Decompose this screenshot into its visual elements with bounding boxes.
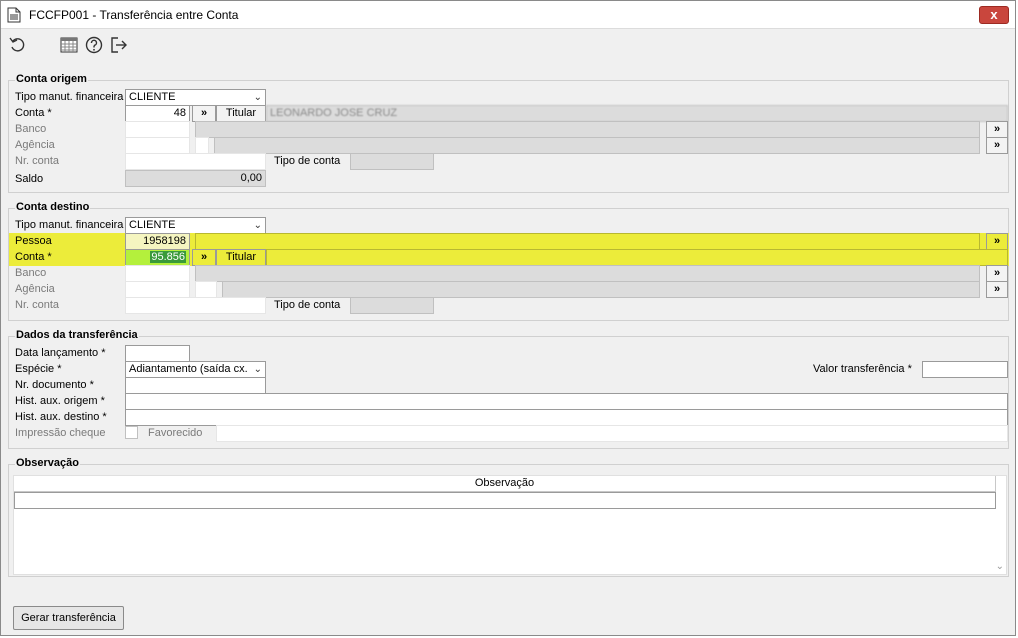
conta-destino-legend: Conta destino (15, 201, 91, 213)
agencia-search-button[interactable]: » (986, 137, 1008, 154)
nr-conta-input[interactable] (125, 297, 266, 314)
tipo-conta-field (350, 297, 434, 314)
valor-transferencia-input[interactable] (922, 361, 1008, 378)
nr-conta-label: Nr. conta (15, 299, 60, 311)
conta-destino-group: Conta destino Tipo manut. financeira CLI… (8, 201, 1009, 321)
more-icon: » (993, 283, 1001, 295)
banco-input[interactable] (125, 121, 190, 138)
tipo-manut-select[interactable]: CLIENTE ⌄ (125, 217, 266, 234)
conta-search-button[interactable]: » (192, 249, 216, 266)
especie-label: Espécie * (15, 363, 62, 375)
scroll-down-icon[interactable]: ⌄ (996, 561, 1004, 572)
titular-name-field: LEONARDO JOSE CRUZ (266, 105, 1008, 122)
title-bar: FCCFP001 - Transferência entre Conta x (1, 1, 1015, 29)
tipo-conta-field (350, 153, 434, 170)
agencia-label: Agência (15, 283, 55, 295)
main-window: FCCFP001 - Transferência entre Conta x C… (0, 0, 1016, 636)
agencia-name-field (222, 281, 980, 298)
conta-label: Conta * (15, 251, 52, 263)
nr-documento-input[interactable] (125, 377, 266, 394)
agencia-label: Agência (15, 139, 55, 151)
more-icon: » (993, 123, 1001, 135)
hist-aux-origem-label: Hist. aux. origem * (15, 395, 105, 407)
more-icon: » (993, 267, 1001, 279)
observacao-grid[interactable]: Observação ⌄ (13, 475, 1007, 575)
chevron-down-icon: ⌄ (253, 92, 262, 103)
hist-aux-destino-label: Hist. aux. destino * (15, 411, 107, 423)
observacao-legend: Observação (15, 457, 80, 469)
observacao-column-header[interactable]: Observação (14, 476, 996, 492)
banco-name-field (195, 265, 980, 282)
agencia-digit-input[interactable] (195, 137, 209, 154)
tipo-conta-label: Tipo de conta (274, 155, 341, 167)
valor-transferencia-label: Valor transferência * (813, 363, 912, 375)
favorecido-label: Favorecido (148, 427, 203, 439)
saldo-label: Saldo (15, 173, 44, 185)
favorecido-input[interactable] (216, 425, 1008, 442)
banco-search-button[interactable]: » (986, 265, 1008, 282)
toolbar (1, 30, 1015, 60)
pessoa-name-field (195, 233, 980, 250)
pessoa-label: Pessoa (15, 235, 52, 247)
dados-transferencia-group: Dados da transferência Data lançamento *… (8, 329, 1009, 449)
gerar-transferencia-button[interactable]: Gerar transferência (13, 606, 124, 630)
banco-name-field (195, 121, 980, 138)
conta-label: Conta * (15, 107, 52, 119)
agencia-name-field (214, 137, 980, 154)
conta-origem-group: Conta origem Tipo manut. financeira CLIE… (8, 73, 1009, 193)
agencia-search-button[interactable]: » (986, 281, 1008, 298)
conta-search-button[interactable]: » (192, 105, 216, 122)
conta-origem-legend: Conta origem (15, 73, 88, 85)
titular-button[interactable]: Titular (216, 105, 266, 122)
chevron-down-icon: ⌄ (253, 364, 262, 375)
saldo-field: 0,00 (125, 170, 266, 187)
exit-icon[interactable] (109, 35, 129, 55)
tipo-manut-label: Tipo manut. financeira (15, 91, 124, 103)
conta-input[interactable]: 95.856 (125, 249, 190, 266)
more-icon: » (993, 235, 1001, 247)
agencia-digit-input[interactable] (195, 281, 217, 298)
more-icon: » (993, 139, 1001, 151)
agencia-input[interactable] (125, 137, 190, 154)
nr-conta-input[interactable] (125, 153, 266, 170)
titular-button[interactable]: Titular (216, 249, 266, 266)
tipo-manut-select[interactable]: CLIENTE ⌄ (125, 89, 266, 106)
observacao-group: Observação Observação ⌄ (8, 457, 1009, 577)
hist-aux-destino-input[interactable] (125, 409, 1008, 426)
especie-select[interactable]: Adiantamento (saída cx. ⌄ (125, 361, 266, 378)
document-icon (7, 7, 21, 23)
impressao-cheque-label: Impressão cheque (15, 427, 106, 439)
dados-transferencia-legend: Dados da transferência (15, 329, 139, 341)
observacao-row[interactable] (14, 492, 996, 509)
banco-label: Banco (15, 123, 47, 135)
agencia-input[interactable] (125, 281, 190, 298)
calendar-grid-icon[interactable] (59, 35, 79, 55)
hist-aux-origem-input[interactable] (125, 393, 1008, 410)
tipo-conta-label: Tipo de conta (274, 299, 341, 311)
conta-selected-text: 95.856 (150, 251, 186, 263)
banco-label: Banco (15, 267, 47, 279)
chevron-down-icon: ⌄ (253, 220, 262, 231)
undo-icon[interactable] (8, 35, 28, 55)
tipo-manut-label: Tipo manut. financeira (15, 219, 124, 231)
nr-documento-label: Nr. documento * (15, 379, 94, 391)
close-button[interactable]: x (979, 6, 1009, 24)
impressao-cheque-checkbox[interactable] (125, 426, 138, 439)
data-lancamento-label: Data lançamento * (15, 347, 106, 359)
tipo-manut-value: CLIENTE (129, 219, 176, 231)
especie-value: Adiantamento (saída cx. (129, 363, 248, 375)
tipo-manut-value: CLIENTE (129, 91, 176, 103)
banco-search-button[interactable]: » (986, 121, 1008, 138)
help-icon[interactable] (84, 35, 104, 55)
conta-input[interactable]: 48 (125, 105, 190, 122)
close-icon: x (990, 7, 998, 22)
titular-name-field (266, 249, 1008, 266)
nr-conta-label: Nr. conta (15, 155, 60, 167)
banco-input[interactable] (125, 265, 190, 282)
data-lancamento-input[interactable] (125, 345, 190, 362)
pessoa-input[interactable]: 1958198 (125, 233, 190, 250)
pessoa-search-button[interactable]: » (986, 233, 1008, 250)
window-title: FCCFP001 - Transferência entre Conta (29, 8, 239, 22)
